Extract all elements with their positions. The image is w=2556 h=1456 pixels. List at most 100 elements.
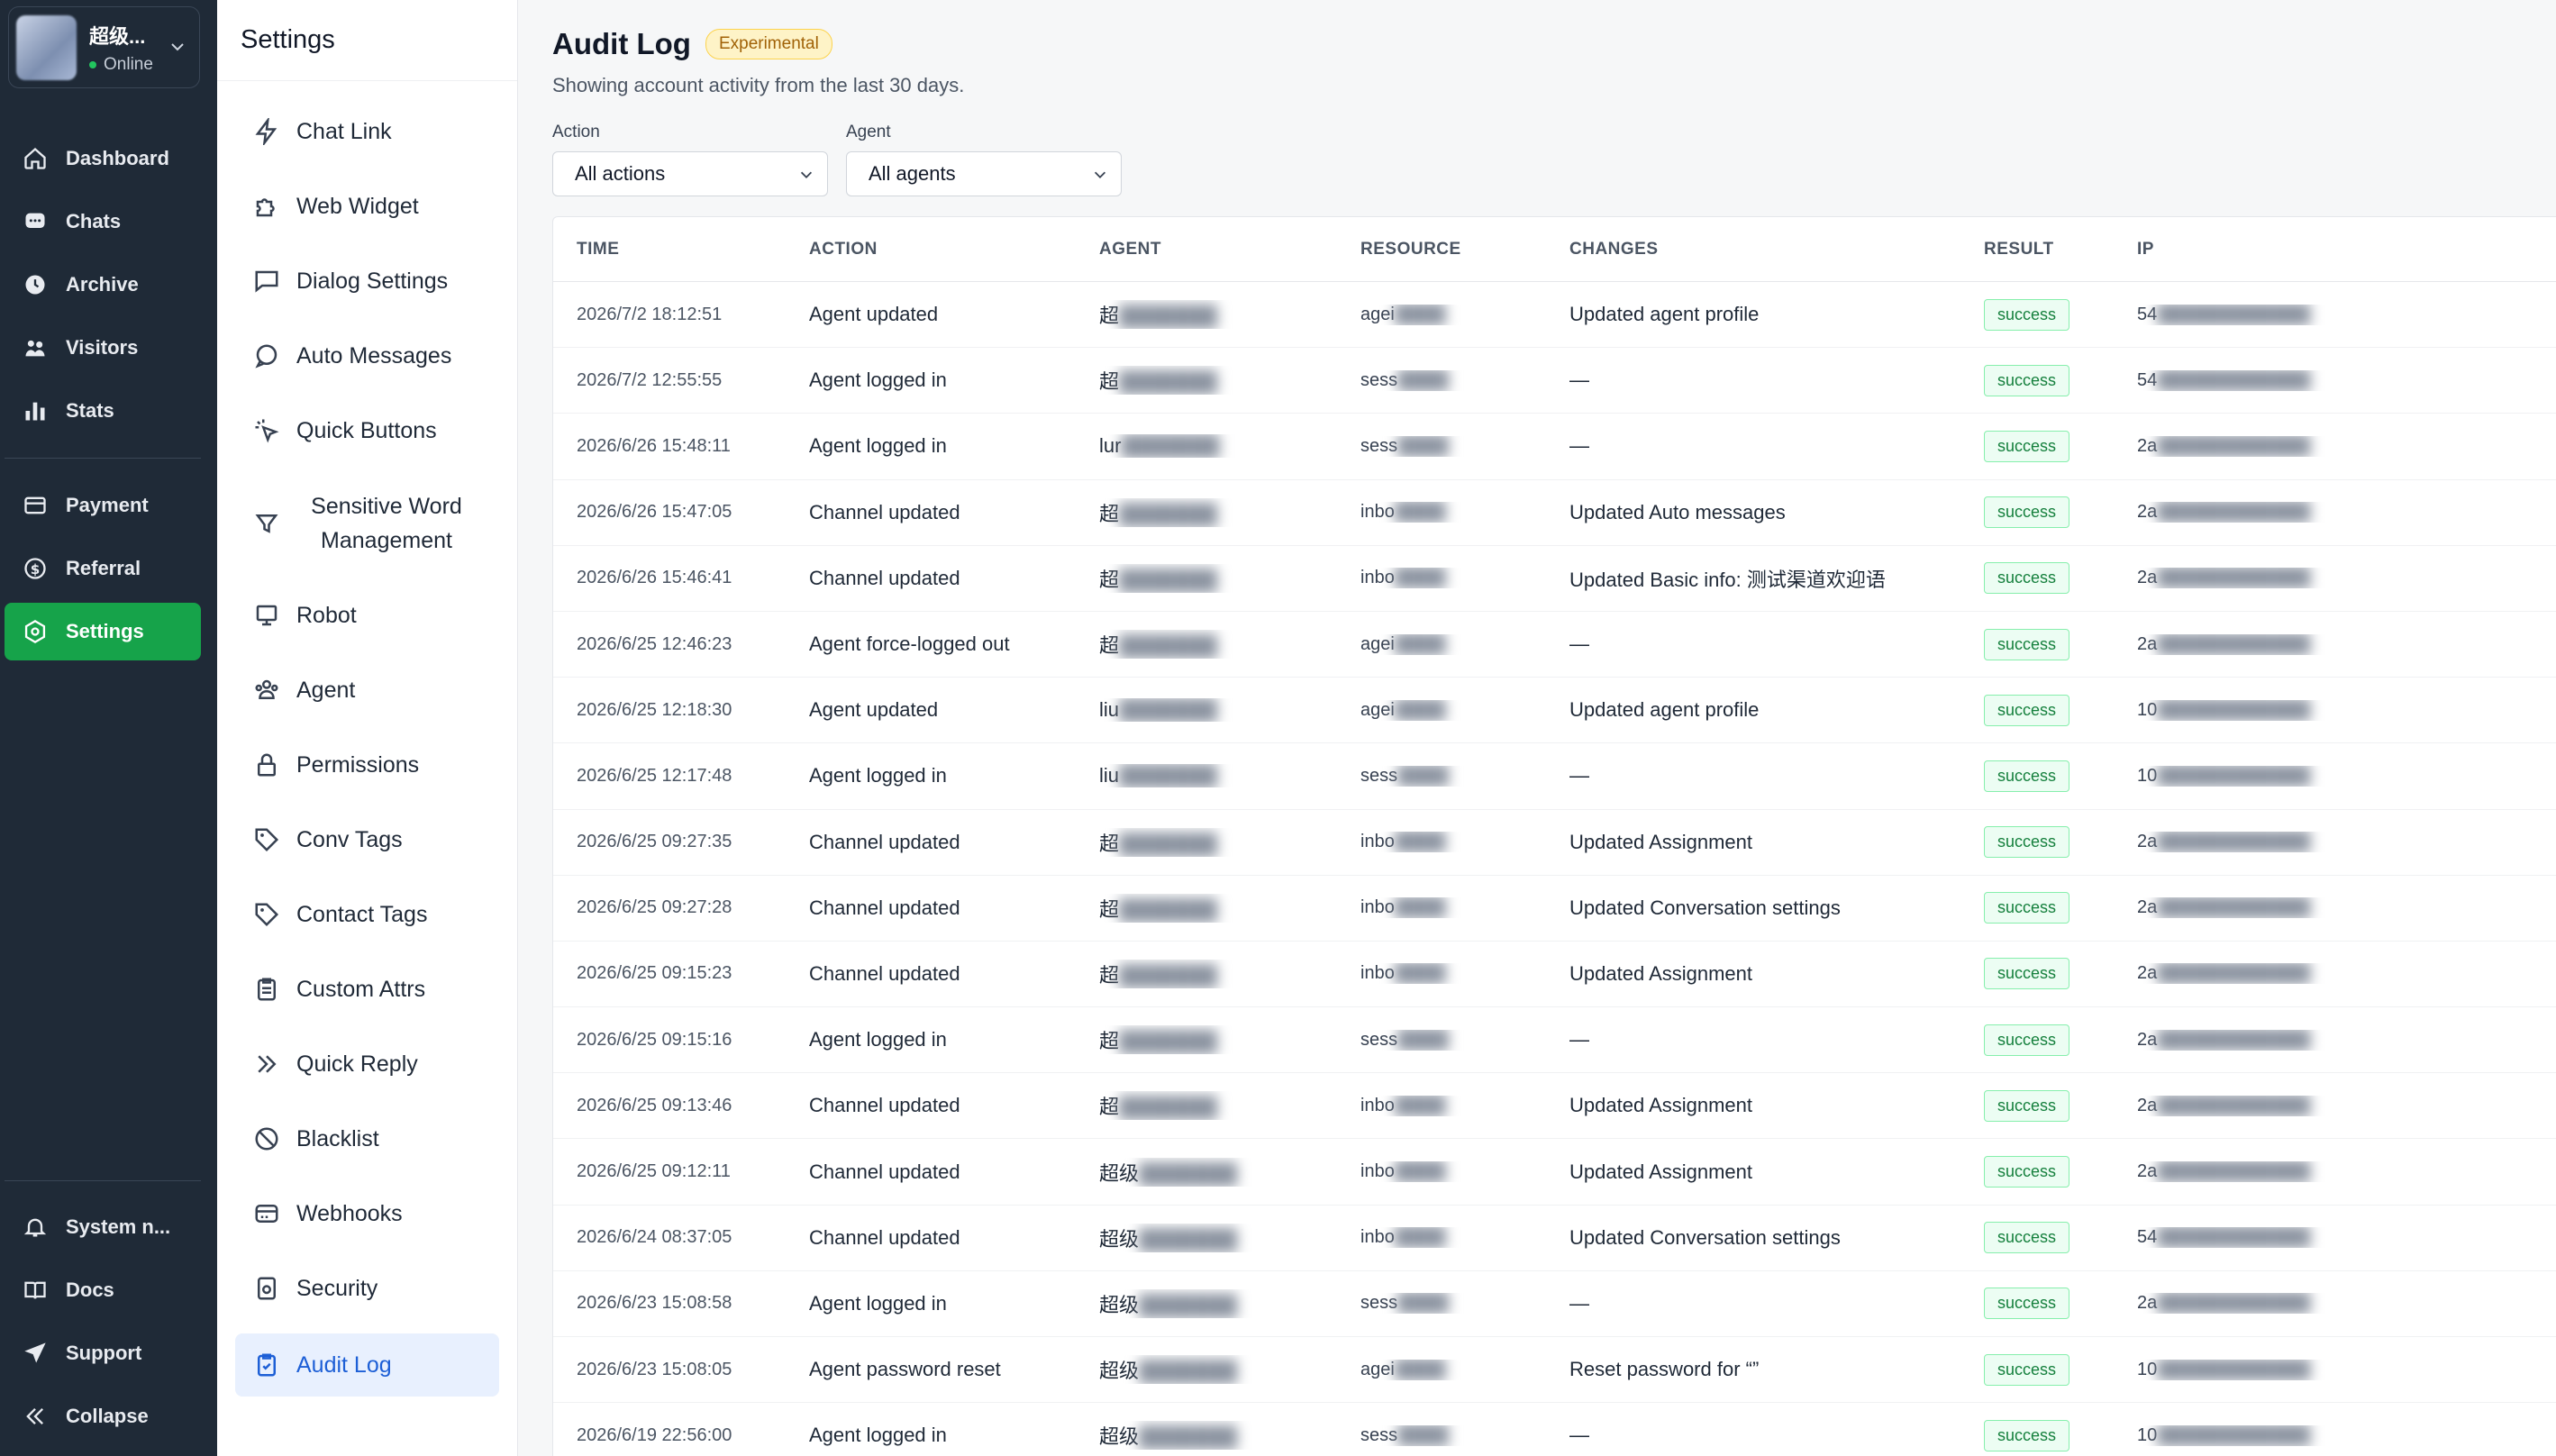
nav-item-settings[interactable]: Settings (5, 603, 201, 660)
resource-text: inbo (1360, 502, 1395, 523)
nav-item-archive[interactable]: Archive (5, 256, 201, 314)
table-row[interactable]: 2026/6/25 09:27:28 Channel updated 超██████… (553, 876, 2556, 942)
nav-item-chats[interactable]: Chats (5, 193, 201, 250)
table-row[interactable]: 2026/6/25 09:27:35 Channel updated 超██████… (553, 810, 2556, 876)
settings-item-blacklist[interactable]: Blacklist (235, 1107, 499, 1170)
settings-item-audit-log[interactable]: Audit Log (235, 1333, 499, 1397)
col-agent: AGENT (1099, 239, 1161, 259)
settings-item-web-widget[interactable]: Web Widget (235, 175, 499, 238)
action-select[interactable]: All actions (552, 151, 828, 196)
settings-item-conv-tags[interactable]: Conv Tags (235, 808, 499, 871)
table-row[interactable]: 2026/6/25 12:17:48 Agent logged in liu████… (553, 743, 2556, 810)
nav-label: Referral (66, 557, 141, 579)
nav-item-docs[interactable]: Docs (5, 1261, 201, 1319)
nav-item-collapse[interactable]: Collapse (5, 1388, 201, 1445)
settings-item-label: Quick Reply (296, 1051, 418, 1077)
nav-item-system-notifications[interactable]: System n... (5, 1198, 201, 1256)
redacted-blur: ███████ (1119, 963, 1218, 987)
table-row[interactable]: 2026/6/23 15:08:58 Agent logged in 超级█████… (553, 1271, 2556, 1337)
resource-text: inbo (1360, 568, 1395, 588)
changes-cell: Updated agent profile (1569, 303, 1760, 326)
table-row[interactable]: 2026/7/2 18:12:51 Agent updated 超███████ ag… (553, 282, 2556, 349)
table-header: TIME ACTION AGENT RESOURCE CHANGES RESUL… (553, 217, 2556, 282)
redacted-blur: ████████████ (2157, 568, 2311, 588)
settings-item-contact-tags[interactable]: Contact Tags (235, 883, 499, 946)
settings-item-permissions[interactable]: Permissions (235, 733, 499, 796)
table-row[interactable]: 2026/6/23 15:08:05 Agent password reset 超级… (553, 1337, 2556, 1404)
agent-text: 超 (1099, 370, 1120, 394)
redacted-blur: ███████ (1119, 764, 1218, 787)
settings-item-webhooks[interactable]: Webhooks (235, 1182, 499, 1245)
resource-cell: inbo████ (1360, 1227, 1505, 1248)
settings-item-quick-buttons[interactable]: Quick Buttons (235, 399, 499, 462)
settings-item-security[interactable]: Security (235, 1257, 499, 1320)
settings-item-label: Auto Messages (296, 342, 452, 369)
resource-cell: agei████ (1360, 634, 1505, 655)
nav-item-payment[interactable]: Payment (5, 477, 201, 534)
nav-item-support[interactable]: Support (5, 1324, 201, 1382)
nav-label: Visitors (66, 336, 139, 359)
archive-icon (25, 275, 45, 295)
redacted-blur: ████ (1394, 1095, 1446, 1115)
col-result: RESULT (1984, 239, 2054, 259)
settings-item-dialog-settings[interactable]: Dialog Settings (235, 250, 499, 313)
agent-text: 超级 (1099, 1161, 1140, 1185)
payment-icon (24, 496, 46, 514)
resource-text: inbo (1360, 1161, 1395, 1182)
resource-cell: inbo████ (1360, 568, 1505, 588)
nav-item-dashboard[interactable]: Dashboard (5, 130, 201, 187)
agent-text: lur (1099, 434, 1122, 458)
action-cell: Agent password reset (809, 1358, 1001, 1381)
table-row[interactable]: 2026/6/25 09:13:46 Channel updated 超██████… (553, 1073, 2556, 1140)
agent-cell: 超███████ (1099, 300, 1288, 329)
resource-cell: inbo████ (1360, 832, 1505, 852)
table-row[interactable]: 2026/7/2 12:55:55 Agent logged in 超███████… (553, 348, 2556, 414)
table-row[interactable]: 2026/6/26 15:47:05 Channel updated 超██████… (553, 480, 2556, 546)
redacted-blur: ████ (1394, 633, 1446, 654)
table-row[interactable]: 2026/6/25 09:12:11 Channel updated 超级█████… (553, 1139, 2556, 1206)
table-row[interactable]: 2026/6/26 15:48:11 Agent logged in lur████… (553, 414, 2556, 480)
table-row[interactable]: 2026/6/24 08:37:05 Channel updated 超级█████… (553, 1206, 2556, 1271)
chevrons-icon (258, 1055, 277, 1073)
agent-cell: 超███████ (1099, 894, 1288, 923)
settings-item-custom-attrs[interactable]: Custom Attrs (235, 958, 499, 1021)
settings-item-agent[interactable]: Agent (235, 659, 499, 722)
nav-item-referral[interactable]: $ Referral (5, 540, 201, 597)
action-filter: Action All actions (552, 123, 828, 196)
time-cell: 2026/6/25 09:15:23 (577, 963, 732, 984)
nav-item-stats[interactable]: Stats (5, 382, 201, 440)
action-cell: Agent logged in (809, 1028, 947, 1051)
collapse-icon (26, 1408, 43, 1424)
settings-title: Settings (217, 0, 517, 81)
table-row[interactable]: 2026/6/25 12:46:23 Agent force-logged out… (553, 612, 2556, 678)
settings-item-chat-link[interactable]: Chat Link (235, 100, 499, 163)
agent-cell: 超███████ (1099, 498, 1288, 527)
table-row[interactable]: 2026/6/26 15:46:41 Channel updated 超██████… (553, 546, 2556, 612)
resource-text: sess (1360, 1293, 1398, 1314)
clipboard-icon (258, 978, 276, 1001)
page-title: Audit Log (552, 27, 691, 60)
changes-cell: Updated Conversation settings (1569, 1225, 1841, 1249)
table-row[interactable]: 2026/6/19 22:56:00 Agent logged in 超级█████… (553, 1403, 2556, 1456)
table-row[interactable]: 2026/6/25 09:15:23 Channel updated 超██████… (553, 942, 2556, 1008)
time-cell: 2026/6/24 08:37:05 (577, 1227, 732, 1248)
settings-item-robot[interactable]: Robot (235, 584, 499, 647)
ip-text: 2a (2137, 633, 2158, 654)
redacted-blur: ███████ (1119, 1030, 1218, 1053)
agent-select[interactable]: All agents (846, 151, 1122, 196)
chevron-down-icon (171, 43, 184, 51)
nav-item-visitors[interactable]: Visitors (5, 319, 201, 377)
table-row[interactable]: 2026/6/25 09:15:16 Agent logged in 超██████… (553, 1007, 2556, 1074)
resource-text: inbo (1360, 963, 1395, 984)
col-changes: CHANGES (1569, 239, 1659, 259)
account-switcher[interactable]: 超级... Online (8, 6, 200, 88)
settings-item-sensitive-word-management[interactable]: Sensitive Word Management (235, 489, 499, 558)
bell-icon (23, 1218, 47, 1237)
settings-item-quick-reply[interactable]: Quick Reply (235, 1033, 499, 1096)
action-cell: Agent logged in (809, 369, 947, 392)
ip-cell: 54████████████ (2137, 370, 2551, 391)
table-row[interactable]: 2026/6/25 12:18:30 Agent updated liu██████… (553, 678, 2556, 744)
col-time: TIME (577, 239, 620, 259)
redacted-blur: ████████████ (2157, 304, 2311, 324)
settings-item-auto-messages[interactable]: Auto Messages (235, 324, 499, 387)
